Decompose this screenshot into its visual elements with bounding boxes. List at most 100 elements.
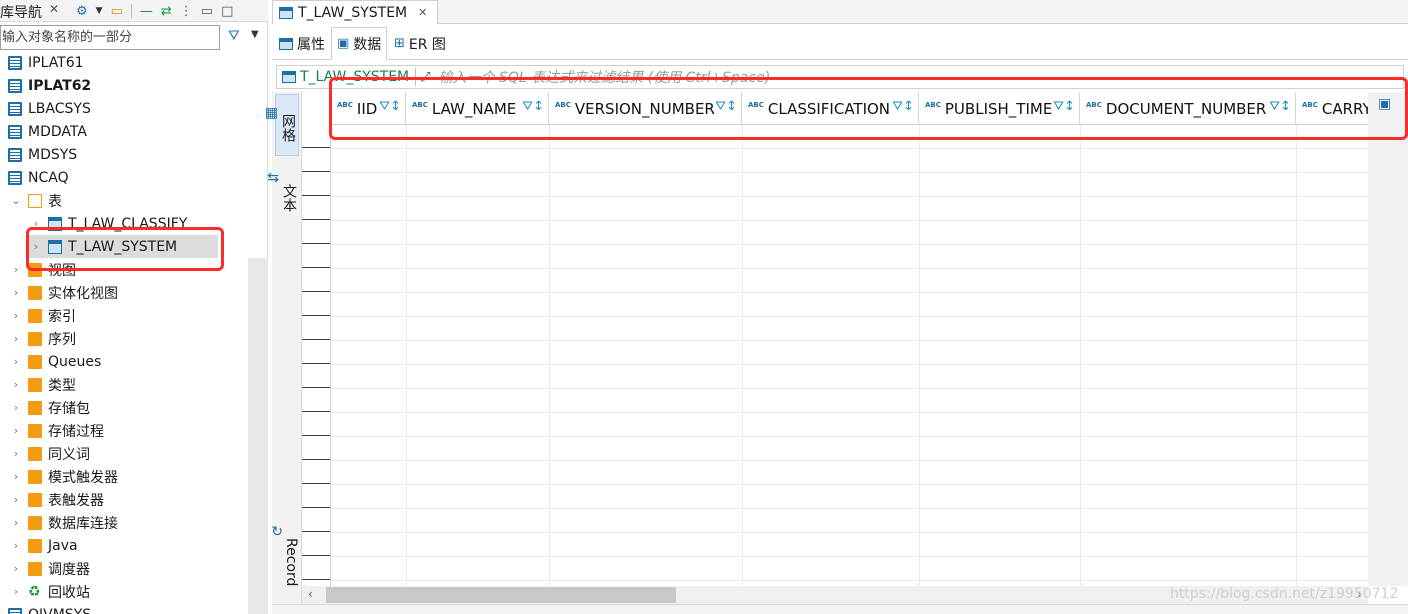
column-header[interactable]: ABC CLASSIFICATION ⛛↕ <box>742 92 919 125</box>
new-folder-icon[interactable]: ▭ <box>111 4 123 19</box>
filter-options-icon[interactable]: ▼ <box>251 29 259 40</box>
column-header[interactable]: ABC DOCUMENT_NUMBER ⛛↕ <box>1080 92 1296 125</box>
tree-item[interactable]: › T_LAW_SYSTEM <box>28 235 218 258</box>
tree-item[interactable]: › Java <box>0 534 248 557</box>
chevron-right-icon[interactable]: › <box>10 424 22 437</box>
chevron-right-icon[interactable]: › <box>30 217 42 230</box>
view-menu-icon[interactable]: ⋮ <box>180 4 193 19</box>
chevron-right-icon[interactable]: › <box>10 493 22 506</box>
tree-item-label: MDDATA <box>28 123 87 140</box>
scroll-left-icon[interactable]: ‹ <box>308 587 313 601</box>
column-header[interactable]: ABC LAW_NAME ⛛↕ <box>406 92 549 125</box>
column-header[interactable]: ABC VERSION_NUMBER ⛛↕ <box>549 92 742 125</box>
dropdown-icon[interactable]: ▼ <box>96 6 103 16</box>
new-connection-icon[interactable]: ⚙ <box>76 4 88 19</box>
tab-grid-view[interactable]: 网格 ▦ <box>265 94 299 156</box>
chevron-right-icon[interactable]: › <box>10 562 22 575</box>
column-header[interactable]: ABC IID ⛛↕ <box>331 92 406 125</box>
tree-item[interactable]: › ♻ 回收站 <box>0 580 248 603</box>
scrollbar-thumb[interactable] <box>326 587 676 603</box>
chevron-right-icon[interactable]: › <box>10 263 22 276</box>
maximize-icon[interactable]: □ <box>221 4 233 19</box>
filter-separator <box>415 68 417 86</box>
table-icon <box>48 239 62 254</box>
collapse-all-icon[interactable]: — <box>140 4 153 19</box>
tab-record-view[interactable]: Record ↻ <box>271 522 299 602</box>
tree-item[interactable]: › 存储包 <box>0 396 248 419</box>
tree-item[interactable]: NCAQ <box>0 166 248 189</box>
sort-filter-icon[interactable]: ⛛↕ <box>1053 99 1075 114</box>
chevron-right-icon[interactable]: › <box>10 447 22 460</box>
navigator-scrollbar[interactable] <box>248 258 268 614</box>
chevron-down-icon[interactable]: ⌄ <box>10 194 22 207</box>
chevron-right-icon[interactable]: › <box>10 309 22 322</box>
sort-filter-icon[interactable]: ⛛↕ <box>715 99 737 114</box>
tree-item[interactable]: › 实体化视图 <box>0 281 248 304</box>
tree-item[interactable]: › 索引 <box>0 304 248 327</box>
navigator-filter-input[interactable] <box>0 25 220 50</box>
sort-filter-icon[interactable]: ⛛↕ <box>892 99 914 114</box>
link-editor-icon[interactable]: ⇄ <box>161 4 172 19</box>
chevron-right-icon[interactable]: › <box>10 355 22 368</box>
chevron-right-icon[interactable]: › <box>10 286 22 299</box>
tree-item[interactable]: IPLAT61 <box>0 51 248 74</box>
chevron-right-icon[interactable]: › <box>10 332 22 345</box>
column-type-badge: ABC <box>337 100 353 109</box>
chevron-right-icon[interactable]: › <box>10 516 22 529</box>
tree-item[interactable]: ⌄ 表 <box>0 189 248 212</box>
filter-icon[interactable]: ⛛ <box>228 28 240 44</box>
tree-item[interactable]: › 数据库连接 <box>0 511 248 534</box>
tree-item[interactable]: › 同义词 <box>0 442 248 465</box>
sql-filter-input[interactable]: 输入一个 SQL 表达式来过滤结果 (使用 Ctrl+Space) <box>439 67 771 87</box>
tree-item[interactable]: OJVMSYS <box>0 603 248 614</box>
minimize-icon[interactable]: ▭ <box>201 4 213 19</box>
tree-item[interactable]: MDSYS <box>0 143 248 166</box>
editor-tab-table[interactable]: T_LAW_SYSTEM ✕ <box>272 0 438 24</box>
grid-column-line <box>919 125 920 586</box>
folder-icon <box>28 400 42 415</box>
expand-filter-icon[interactable]: ⤢ <box>420 70 430 85</box>
tree-item[interactable]: LBACSYS <box>0 97 248 120</box>
chevron-right-icon[interactable]: › <box>10 470 22 483</box>
grid-row-line <box>331 556 1368 557</box>
chevron-right-icon[interactable]: › <box>10 585 22 598</box>
column-header[interactable]: ABC PUBLISH_TIME ⛛↕ <box>919 92 1080 125</box>
chevron-right-icon[interactable]: › <box>30 240 42 253</box>
tab-text-view[interactable]: 文本 ⇆ <box>267 168 299 228</box>
grid-body[interactable] <box>331 125 1368 586</box>
tab-data[interactable]: ▣ 数据 <box>331 27 388 60</box>
navigator-filter-row: ⛛ ▼ <box>0 25 268 51</box>
tree-item[interactable]: › 调度器 <box>0 557 248 580</box>
schema-icon <box>8 101 22 116</box>
tree-item[interactable]: › 视图 <box>0 258 248 281</box>
row-number-tick <box>302 291 330 292</box>
tree-item[interactable]: IPLAT62 <box>0 74 248 97</box>
navigator-tree: IPLAT61 IPLAT62 LBACSYS MDDATA MDSYS NCAQ ⌄ 表 › T… <box>0 51 248 614</box>
tree-item[interactable]: › 序列 <box>0 327 248 350</box>
close-tab-icon[interactable]: ✕ <box>418 6 427 19</box>
tree-item[interactable]: MDDATA <box>0 120 248 143</box>
grid-row-line <box>331 364 1368 365</box>
tree-item[interactable]: › Queues <box>0 350 248 373</box>
sort-filter-icon[interactable]: ⛛↕ <box>522 99 544 114</box>
filter-table-name[interactable]: T_LAW_SYSTEM <box>282 69 409 85</box>
schema-icon <box>8 147 22 162</box>
panels-icon[interactable]: ▣ <box>1378 96 1391 112</box>
tab-properties[interactable]: 属性 <box>274 27 330 60</box>
navigator-close-icon[interactable]: ✕ <box>49 2 59 16</box>
grid-view-label: 网格 <box>280 114 296 142</box>
tree-item[interactable]: › 类型 <box>0 373 248 396</box>
tree-item[interactable]: › T_LAW_CLASSIFY <box>0 212 248 235</box>
sort-filter-icon[interactable]: ⛛↕ <box>379 99 401 114</box>
tab-er-diagram[interactable]: ⊞ ER 图 <box>389 27 451 60</box>
chevron-right-icon[interactable]: › <box>10 378 22 391</box>
tree-item[interactable]: › 模式触发器 <box>0 465 248 488</box>
chevron-right-icon[interactable]: › <box>10 401 22 414</box>
chevron-right-icon[interactable]: › <box>10 539 22 552</box>
column-header[interactable]: ABC CARRY <box>1296 92 1368 125</box>
folder-icon <box>28 331 42 346</box>
tree-item[interactable]: › 表触发器 <box>0 488 248 511</box>
row-number-tick <box>302 579 330 580</box>
tree-item[interactable]: › 存储过程 <box>0 419 248 442</box>
sort-filter-icon[interactable]: ⛛↕ <box>1269 99 1291 114</box>
